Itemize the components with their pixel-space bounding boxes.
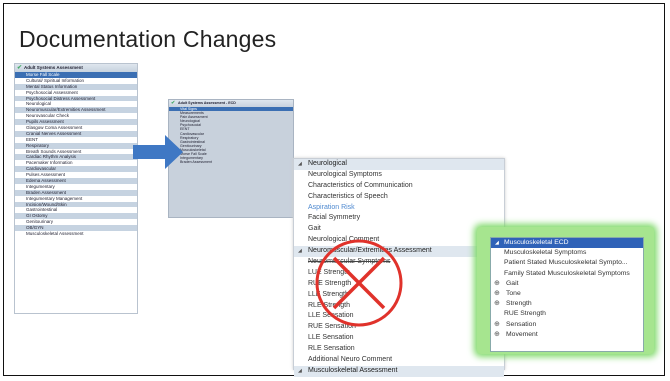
slide-title: Documentation Changes [19,26,277,52]
list-item-label: Gait [308,225,321,233]
expand-plus-icon[interactable]: ⊕ [494,279,500,289]
list-item[interactable]: Musculoskeletal Assessment [294,365,504,377]
list-item-label: Gait [506,279,519,287]
list-item-label: Musculoskeletal Assessment [308,366,398,374]
list-item[interactable]: Patient Stated Musculoskeletal Sympto... [491,258,643,268]
adult-systems-assessment-ecd-panel: ✔ Adult Systems Assessment - ECD Vital Si… [168,99,294,218]
expand-plus-icon[interactable]: ⊕ [494,289,500,299]
list-item-label: Tone [506,289,521,297]
list-item-label: Pacemaker Information [26,160,73,166]
list-item[interactable]: Neurological Symptoms [294,170,504,181]
list-item[interactable]: ⊕ Movement [491,330,643,340]
list-item-label: LLE Sensation [308,334,354,342]
list-item-label: Edema Assessment [26,178,66,184]
list-item[interactable]: Aspiration Risk [294,203,504,214]
list-item-label: Mental Status Information [26,83,78,89]
list-item-label: Characteristics of Communication [308,181,413,189]
list-item[interactable]: Braden Assessment [169,160,293,164]
list-item-label: Sensation [506,320,537,328]
list-item-label: Aspiration Risk [308,203,355,211]
list-item-label: Glasgow Coma Assessment [26,125,83,131]
list-item-label: OB/GYN [26,225,44,231]
list-item-label: RUE Strength [504,310,546,318]
arrow-right-icon [133,135,183,169]
list-item-label: Neuromuscular/Extremities Assessment [26,107,106,113]
list-item-label: Pupils Assessment [26,119,64,125]
list-item[interactable]: Gait [294,224,504,235]
list-item-label: Pulses Assessment [26,172,66,178]
list-item-label: Cardiovascular [26,166,57,172]
list-item[interactable]: LLE Sensation [294,333,504,344]
list-item[interactable]: Additional Neuro Comment [294,355,504,366]
expand-plus-icon[interactable]: ⊕ [494,299,500,309]
musculoskeletal-ecd-panel: Musculoskeletal ECD Musculoskeletal Sympt… [490,237,644,352]
list-item-label: Incision/Wound/Skin [26,201,67,207]
list-item-label: Genitourinary [26,219,54,225]
panel-header-label: Adult Systems Assessment [24,65,83,70]
list-item[interactable]: ⊕ Gait [491,279,643,289]
list-item-label: Strength [506,300,532,308]
list-item[interactable]: Characteristics of Communication [294,181,504,192]
list-item[interactable]: ⊕ Strength [491,299,643,309]
list-item-label: Respiratory [26,142,50,148]
list-item[interactable]: Musculoskeletal ECD [491,238,643,249]
list-item-label: Psychosocial Distress Assessment [26,95,96,101]
list-item-label: Musculoskeletal Assessment [26,231,84,237]
list-item-label: Facial Symmetry [308,214,361,222]
list-item[interactable]: RUE Strength [491,309,643,319]
check-icon: ✔ [17,65,23,71]
list-item-label: Characteristics of Speech [308,192,388,200]
list-item[interactable]: Musculoskeletal Assessment [15,231,137,237]
list-item-label: RLE Sensation [308,345,355,353]
list-item-label: Family Stated Musculoskeletal Symptoms [504,269,630,277]
list-item[interactable]: ⊕ Sensation [491,320,643,330]
list-item-label: Neurovascular Check [26,113,70,119]
list-item-label: Cardiac Rhythm Analysis [26,154,77,160]
list-item[interactable]: Family Stated Musculoskeletal Symptoms [491,269,643,279]
list-item-label: Integumentary Management [26,195,83,201]
list-item-label: Integumentary [26,183,55,189]
check-icon: ✔ [171,100,176,106]
expand-plus-icon[interactable]: ⊕ [494,330,500,340]
list-item-label: Cranial Nerves Assessment [26,130,82,136]
list-item-label: Additional Neuro Comment [308,356,393,364]
list-item-label: Morse Fall Scale [26,72,60,77]
panel-header-label: Adult Systems Assessment - ECD [178,101,236,105]
list-item[interactable]: Facial Symmetry [294,213,504,224]
list-item-label: Neurological [26,101,52,107]
list-item[interactable]: Neurological [294,159,504,170]
list-item-label: Patient Stated Musculoskeletal Sympto... [504,259,628,267]
list-item-label: Musculoskeletal Symptoms [504,249,587,257]
list-item-label: Breath Sounds Assessment [26,148,82,154]
list-item[interactable]: Characteristics of Speech [294,192,504,203]
list-item-label: Neurological [308,160,347,167]
panel-header: ✔ Adult Systems Assessment [15,64,137,72]
list-item[interactable]: Musculoskeletal Symptoms [491,248,643,258]
list-item-label: Psychosocial Assessment [26,89,78,95]
list-item-label: Neurological Symptoms [308,170,382,178]
list-item[interactable]: RLE Sensation [294,344,504,355]
list-item-label: GI Ostomy [26,213,48,219]
x-mark-icon [315,239,403,327]
list-item-label: Cultural/ Spiritual Information [26,77,85,83]
list-item-label: Movement [506,330,538,338]
panel-header: ✔ Adult Systems Assessment - ECD [169,100,293,107]
list-item-label: Gastrointestinal [26,207,58,213]
list-item-label: Braden Assessment [180,160,212,165]
list-item-label: EENT [26,136,39,142]
list-item[interactable]: ⊕ Tone [491,289,643,299]
list-item-label: Braden Assessment [26,189,67,195]
expand-plus-icon[interactable]: ⊕ [494,320,500,330]
adult-systems-assessment-panel: ✔ Adult Systems Assessment Morse Fall Sca… [14,63,138,314]
list-item-label: Musculoskeletal ECD [504,239,569,246]
